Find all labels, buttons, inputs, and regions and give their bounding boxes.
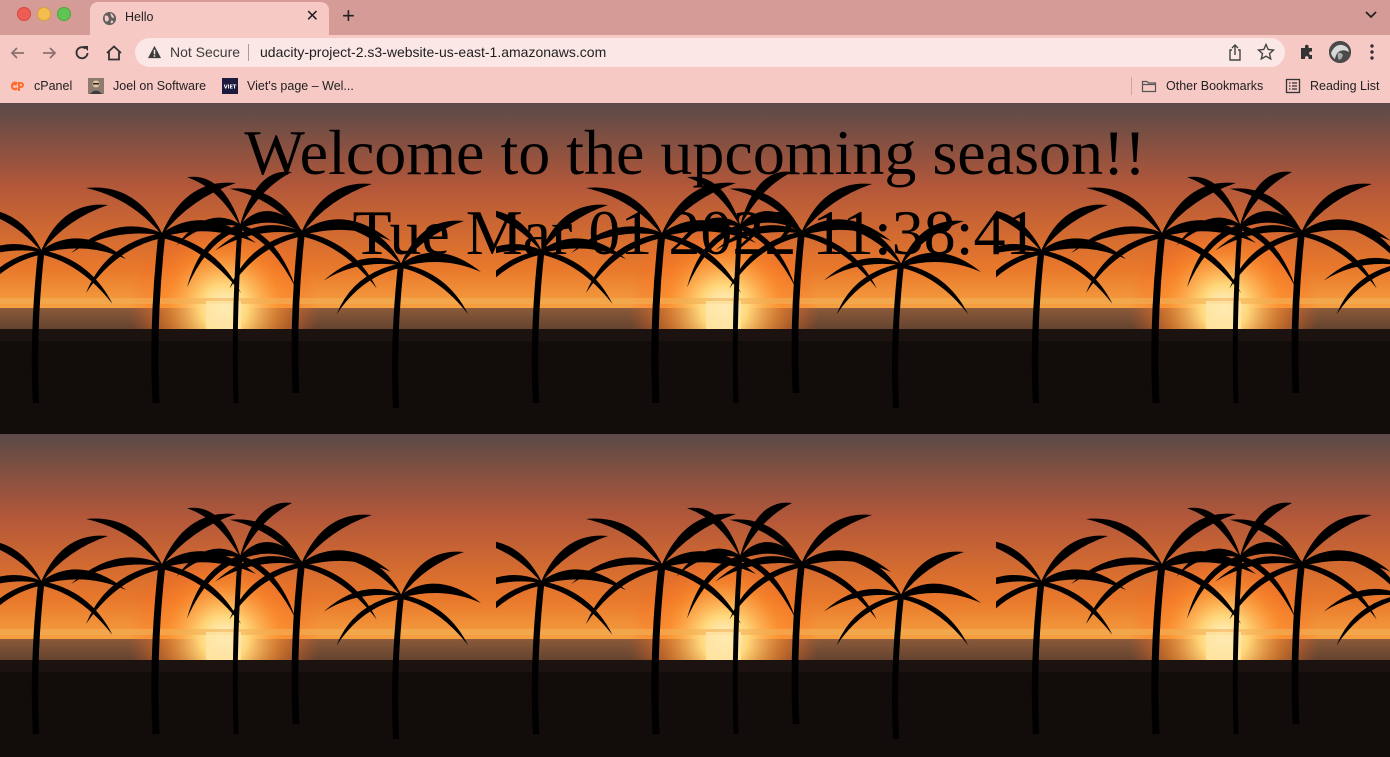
close-window-button[interactable] xyxy=(17,7,31,21)
globe-icon xyxy=(102,11,117,26)
home-icon[interactable] xyxy=(104,43,124,63)
folder-icon xyxy=(1141,80,1157,93)
close-tab-button[interactable]: ✕ xyxy=(306,8,319,26)
forward-icon[interactable] xyxy=(39,43,59,63)
web-page-content: Welcome to the upcoming season!! Tue Mar… xyxy=(0,103,1390,757)
extensions-puzzle-icon[interactable] xyxy=(1298,43,1316,61)
share-icon[interactable] xyxy=(1227,44,1243,61)
other-bookmarks-label: Other Bookmarks xyxy=(1166,79,1264,93)
new-tab-button[interactable]: + xyxy=(342,4,355,28)
bookmarks-bar: cPanel Joel on Software VIET Viet's page… xyxy=(0,70,1390,103)
joel-avatar-icon xyxy=(88,78,104,94)
other-bookmarks-folder[interactable]: Other Bookmarks xyxy=(1141,77,1267,95)
tab-strip: Hello ✕ + xyxy=(0,0,1390,35)
cpanel-icon xyxy=(10,81,24,91)
back-icon[interactable] xyxy=(8,43,28,63)
address-bar[interactable]: Not Secure udacity-project-2.s3-website-… xyxy=(135,38,1285,67)
bookmark-label: Joel on Software xyxy=(113,79,207,93)
reload-icon[interactable] xyxy=(72,43,92,63)
current-datetime: Tue Mar 01 2022 11:38:41 xyxy=(352,197,1038,268)
more-menu-icon[interactable] xyxy=(1364,43,1380,61)
bookmarks-divider xyxy=(1131,77,1132,95)
bookmark-star-icon[interactable] xyxy=(1257,43,1275,61)
bookmark-label: cPanel xyxy=(34,79,73,93)
sunset-palm-trees-tile xyxy=(0,434,496,757)
omnibox-divider xyxy=(248,44,249,61)
sunset-palm-trees-tile xyxy=(496,434,996,757)
page-heading: Welcome to the upcoming season!! xyxy=(244,117,1146,188)
bookmark-joel-on-software[interactable]: Joel on Software xyxy=(88,77,210,95)
profile-picture-icon xyxy=(1329,41,1351,63)
bookmark-label: Viet's page – Wel... xyxy=(247,79,354,93)
warning-icon[interactable] xyxy=(147,45,162,59)
url-text[interactable]: udacity-project-2.s3-website-us-east-1.a… xyxy=(260,44,606,60)
maximize-window-button[interactable] xyxy=(57,7,71,21)
reading-list-button[interactable]: Reading List xyxy=(1285,77,1385,95)
tab-title: Hello xyxy=(125,10,154,24)
reading-list-icon xyxy=(1285,78,1301,94)
viet-icon: VIET xyxy=(222,78,238,94)
bookmark-viets-page[interactable]: VIET Viet's page – Wel... xyxy=(222,77,362,95)
bookmark-cpanel[interactable]: cPanel xyxy=(9,77,74,95)
security-status-label[interactable]: Not Secure xyxy=(170,44,240,60)
browser-toolbar: Not Secure udacity-project-2.s3-website-… xyxy=(0,35,1390,70)
profile-avatar[interactable] xyxy=(1329,41,1351,63)
reading-list-label: Reading List xyxy=(1310,79,1380,93)
minimize-window-button[interactable] xyxy=(37,7,51,21)
browser-tab-active[interactable]: Hello ✕ xyxy=(90,2,329,35)
svg-text:VIET: VIET xyxy=(224,85,237,91)
tab-search-chevron-icon[interactable] xyxy=(1363,6,1379,22)
sunset-palm-trees-tile xyxy=(996,434,1390,757)
